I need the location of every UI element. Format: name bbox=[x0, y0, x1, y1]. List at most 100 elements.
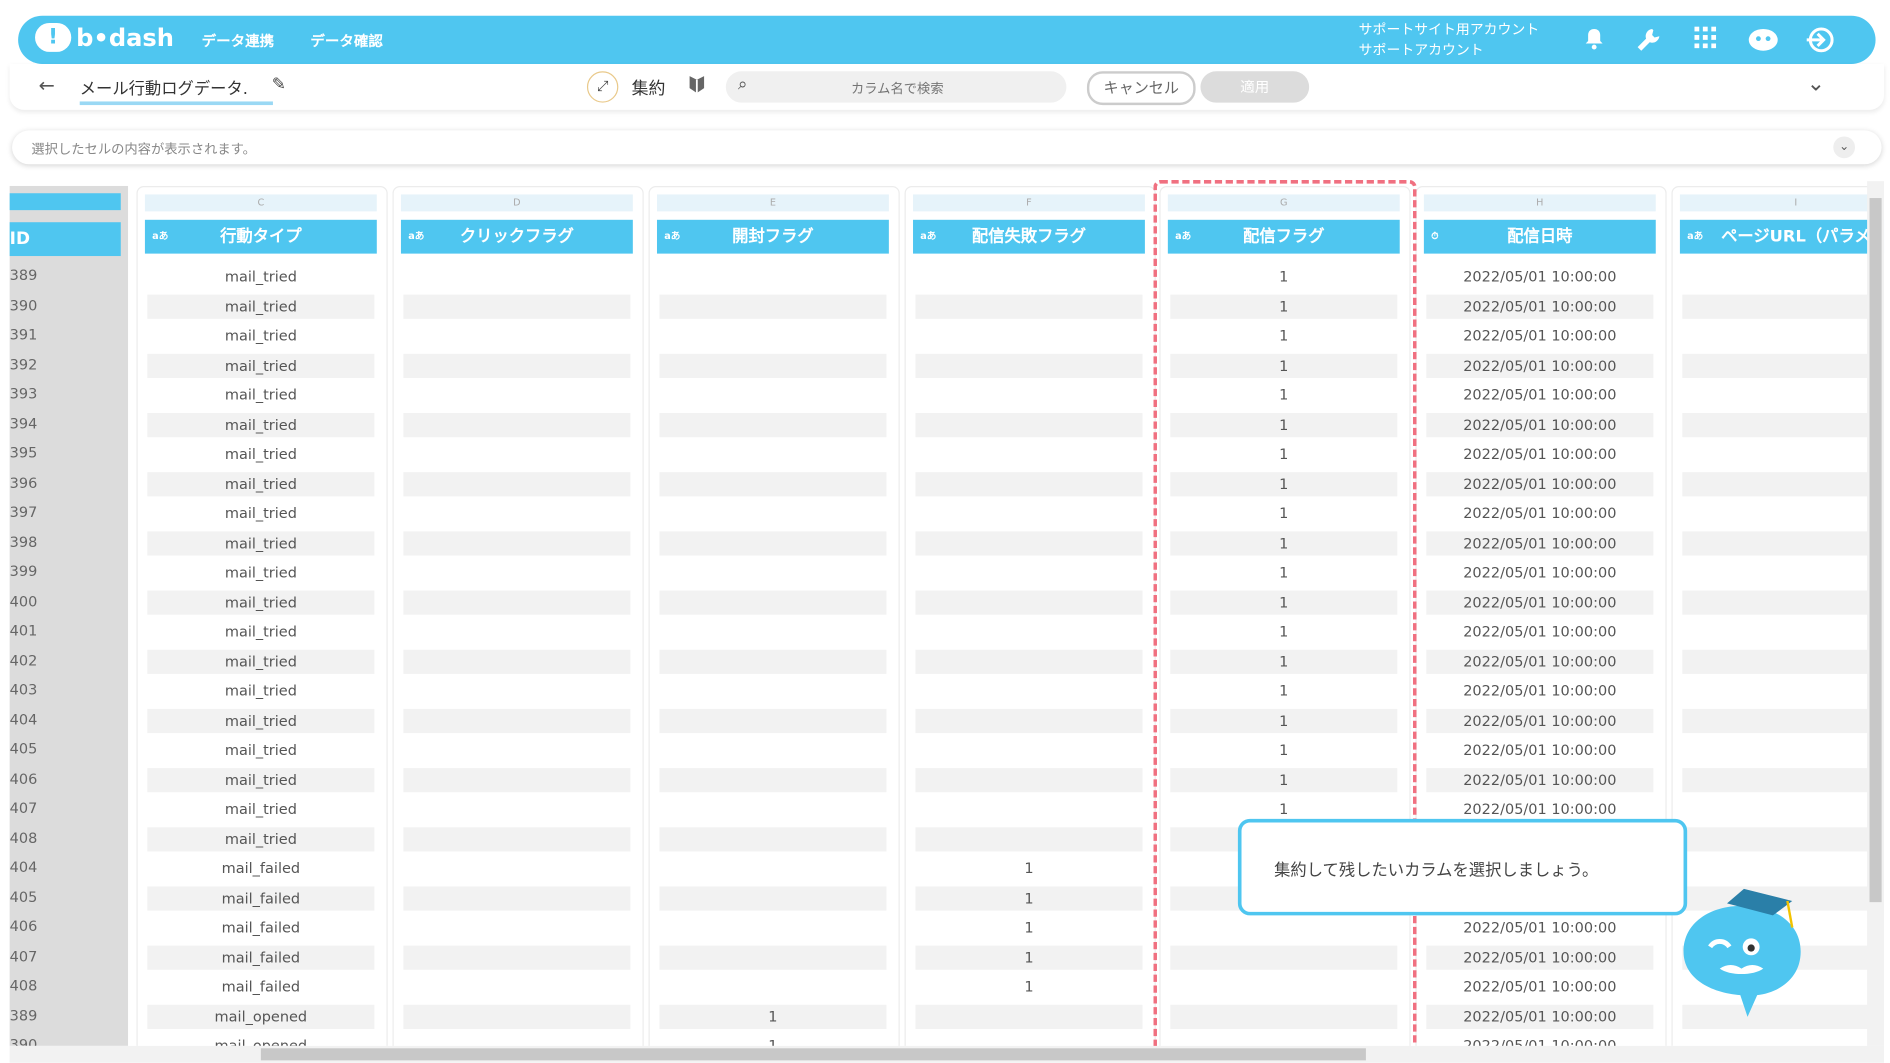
table-cell[interactable]: mail_tried bbox=[147, 620, 374, 644]
table-cell[interactable] bbox=[659, 383, 886, 407]
table-cell[interactable]: 2022/05/01 10:00:00 bbox=[1426, 738, 1653, 762]
table-cell[interactable] bbox=[659, 264, 886, 288]
wrench-icon[interactable] bbox=[1634, 27, 1663, 54]
column-header[interactable]: ⏱ 配信日時 bbox=[1423, 219, 1656, 254]
chatbot-icon[interactable] bbox=[1748, 27, 1778, 54]
table-cell[interactable] bbox=[403, 1034, 630, 1046]
column-e[interactable]: Eaあ 開封フラグ 1 1 bbox=[648, 185, 900, 1046]
table-cell[interactable] bbox=[915, 383, 1142, 407]
chevron-down-icon[interactable]: ⌄ bbox=[1807, 71, 1825, 96]
table-cell[interactable]: 2022/05/01 10:00:00 bbox=[1426, 589, 1654, 615]
table-cell[interactable]: mail_opened bbox=[147, 1004, 375, 1029]
row-id-cell[interactable]: 404 bbox=[10, 855, 121, 879]
table-cell[interactable] bbox=[403, 679, 630, 703]
table-cell[interactable] bbox=[403, 412, 631, 437]
row-id-cell[interactable]: 395 bbox=[10, 441, 121, 465]
table-cell[interactable] bbox=[403, 856, 630, 880]
table-cell[interactable]: mail_failed bbox=[147, 856, 374, 880]
table-cell[interactable] bbox=[1682, 442, 1884, 466]
table-cell[interactable]: 2022/05/01 10:00:00 bbox=[1426, 501, 1653, 525]
column-search-input[interactable] bbox=[774, 76, 1021, 101]
table-cell[interactable]: 2022/05/01 10:00:00 bbox=[1426, 471, 1654, 496]
table-cell[interactable] bbox=[915, 620, 1142, 644]
nav-data-integration[interactable]: データ連携 bbox=[202, 30, 274, 51]
row-id-cell[interactable]: 391 bbox=[10, 322, 121, 346]
table-cell[interactable]: 2022/05/01 10:00:00 bbox=[1426, 945, 1654, 970]
row-id-cell[interactable]: 389 bbox=[10, 263, 121, 287]
table-cell[interactable] bbox=[1682, 856, 1884, 880]
table-cell[interactable]: 1 bbox=[915, 856, 1142, 880]
table-cell[interactable] bbox=[1682, 471, 1885, 496]
account-info[interactable]: サポートサイト用アカウント サポートアカウント bbox=[1359, 19, 1540, 60]
column-f[interactable]: Faあ 配信失敗フラグ 1 1 1 1 1 bbox=[904, 185, 1156, 1046]
table-cell[interactable] bbox=[659, 324, 886, 348]
beginner-guide-icon[interactable] bbox=[688, 75, 705, 99]
table-cell[interactable] bbox=[1682, 353, 1885, 378]
table-cell[interactable]: mail_tried bbox=[147, 767, 375, 792]
table-cell[interactable] bbox=[659, 915, 886, 939]
table-cell[interactable]: mail_tried bbox=[147, 471, 375, 496]
table-cell[interactable] bbox=[915, 826, 1143, 851]
row-id-cell[interactable]: 390 bbox=[10, 293, 121, 317]
row-id-cell[interactable]: 403 bbox=[10, 678, 121, 702]
table-cell[interactable] bbox=[403, 471, 631, 496]
table-cell[interactable]: mail_tried bbox=[147, 826, 375, 851]
table-cell[interactable]: 1 bbox=[915, 975, 1142, 999]
data-grid[interactable]: ID 389 390 391 392 393 394 395 396 397 398 399 400 4… bbox=[0, 181, 1885, 1046]
table-cell[interactable]: 2022/05/01 10:00:00 bbox=[1426, 975, 1653, 999]
table-cell[interactable] bbox=[1682, 797, 1884, 821]
table-cell[interactable] bbox=[915, 412, 1143, 437]
row-id-cell[interactable]: 407 bbox=[10, 944, 121, 968]
row-id-cell[interactable]: 390 bbox=[10, 1033, 121, 1046]
vertical-scrollbar[interactable] bbox=[1867, 181, 1885, 1046]
table-cell[interactable]: 2022/05/01 10:00:00 bbox=[1426, 915, 1653, 939]
column-header[interactable]: aあ 行動タイプ bbox=[144, 219, 377, 254]
table-cell[interactable] bbox=[659, 708, 887, 733]
table-cell[interactable] bbox=[403, 649, 631, 674]
column-header[interactable]: aあ クリックフラグ bbox=[400, 219, 633, 254]
table-cell[interactable]: 1 bbox=[915, 945, 1143, 970]
table-cell[interactable] bbox=[915, 679, 1142, 703]
row-id-cell[interactable]: 393 bbox=[10, 382, 121, 406]
table-cell[interactable]: 2022/05/01 10:00:00 bbox=[1426, 353, 1654, 378]
table-cell[interactable]: 2022/05/01 10:00:00 bbox=[1426, 264, 1653, 288]
table-cell[interactable] bbox=[915, 1034, 1142, 1046]
table-cell[interactable] bbox=[1682, 767, 1885, 792]
table-cell[interactable]: 2022/05/01 10:00:00 bbox=[1426, 412, 1654, 437]
table-cell[interactable] bbox=[659, 856, 886, 880]
table-cell[interactable]: mail_opened bbox=[147, 1034, 374, 1045]
table-cell[interactable]: 2022/05/01 10:00:00 bbox=[1426, 324, 1653, 348]
table-cell[interactable]: mail_tried bbox=[147, 530, 375, 555]
table-cell[interactable] bbox=[659, 530, 887, 555]
table-cell[interactable] bbox=[915, 264, 1142, 288]
table-cell[interactable] bbox=[915, 442, 1142, 466]
table-cell[interactable]: mail_failed bbox=[147, 945, 375, 970]
pencil-icon[interactable]: ✎ bbox=[272, 75, 286, 94]
column-search[interactable]: ⌕ bbox=[725, 71, 1067, 103]
table-cell[interactable]: 2022/05/01 10:00:00 bbox=[1426, 442, 1653, 466]
row-id-cell[interactable]: 406 bbox=[10, 914, 121, 938]
apply-button[interactable]: 適用 bbox=[1200, 71, 1310, 103]
table-cell[interactable] bbox=[1682, 324, 1884, 348]
table-cell[interactable] bbox=[659, 885, 887, 911]
table-cell[interactable]: mail_failed bbox=[147, 885, 375, 911]
table-cell[interactable] bbox=[915, 589, 1143, 615]
row-id-cell[interactable]: 397 bbox=[10, 500, 121, 524]
table-cell[interactable] bbox=[1682, 708, 1885, 733]
table-cell[interactable]: mail_tried bbox=[147, 649, 375, 674]
table-cell[interactable] bbox=[1682, 589, 1885, 615]
table-cell[interactable] bbox=[659, 501, 886, 525]
table-cell[interactable] bbox=[659, 589, 887, 615]
row-id-cell[interactable]: 406 bbox=[10, 766, 121, 790]
bell-icon[interactable] bbox=[1580, 27, 1609, 54]
row-id-cell[interactable]: 402 bbox=[10, 648, 121, 672]
table-cell[interactable]: 2022/05/01 10:00:00 bbox=[1426, 383, 1653, 407]
row-id-cell[interactable]: 398 bbox=[10, 530, 121, 554]
row-id-cell[interactable]: 399 bbox=[10, 559, 121, 583]
table-cell[interactable] bbox=[915, 294, 1143, 319]
table-cell[interactable] bbox=[915, 530, 1143, 555]
column-header[interactable]: aあ ページURL（パラメ bbox=[1679, 219, 1885, 254]
table-cell[interactable]: mail_tried bbox=[147, 324, 374, 348]
table-cell[interactable] bbox=[1682, 826, 1885, 851]
table-cell[interactable] bbox=[403, 264, 630, 288]
